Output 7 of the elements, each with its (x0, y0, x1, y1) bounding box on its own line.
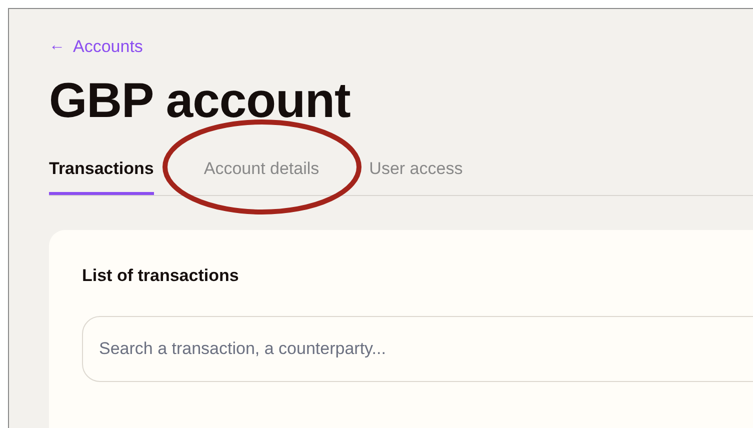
card-heading: List of transactions (82, 266, 240, 286)
tab[interactable]: Transactions (49, 155, 154, 195)
tab[interactable]: User access (369, 155, 463, 195)
back-arrow-icon: ← (49, 37, 65, 57)
back-link[interactable]: ← Accounts (49, 37, 143, 57)
page-title: GBP account (49, 73, 352, 130)
search-field[interactable]: Search a transaction, a counterparty... (82, 316, 753, 382)
